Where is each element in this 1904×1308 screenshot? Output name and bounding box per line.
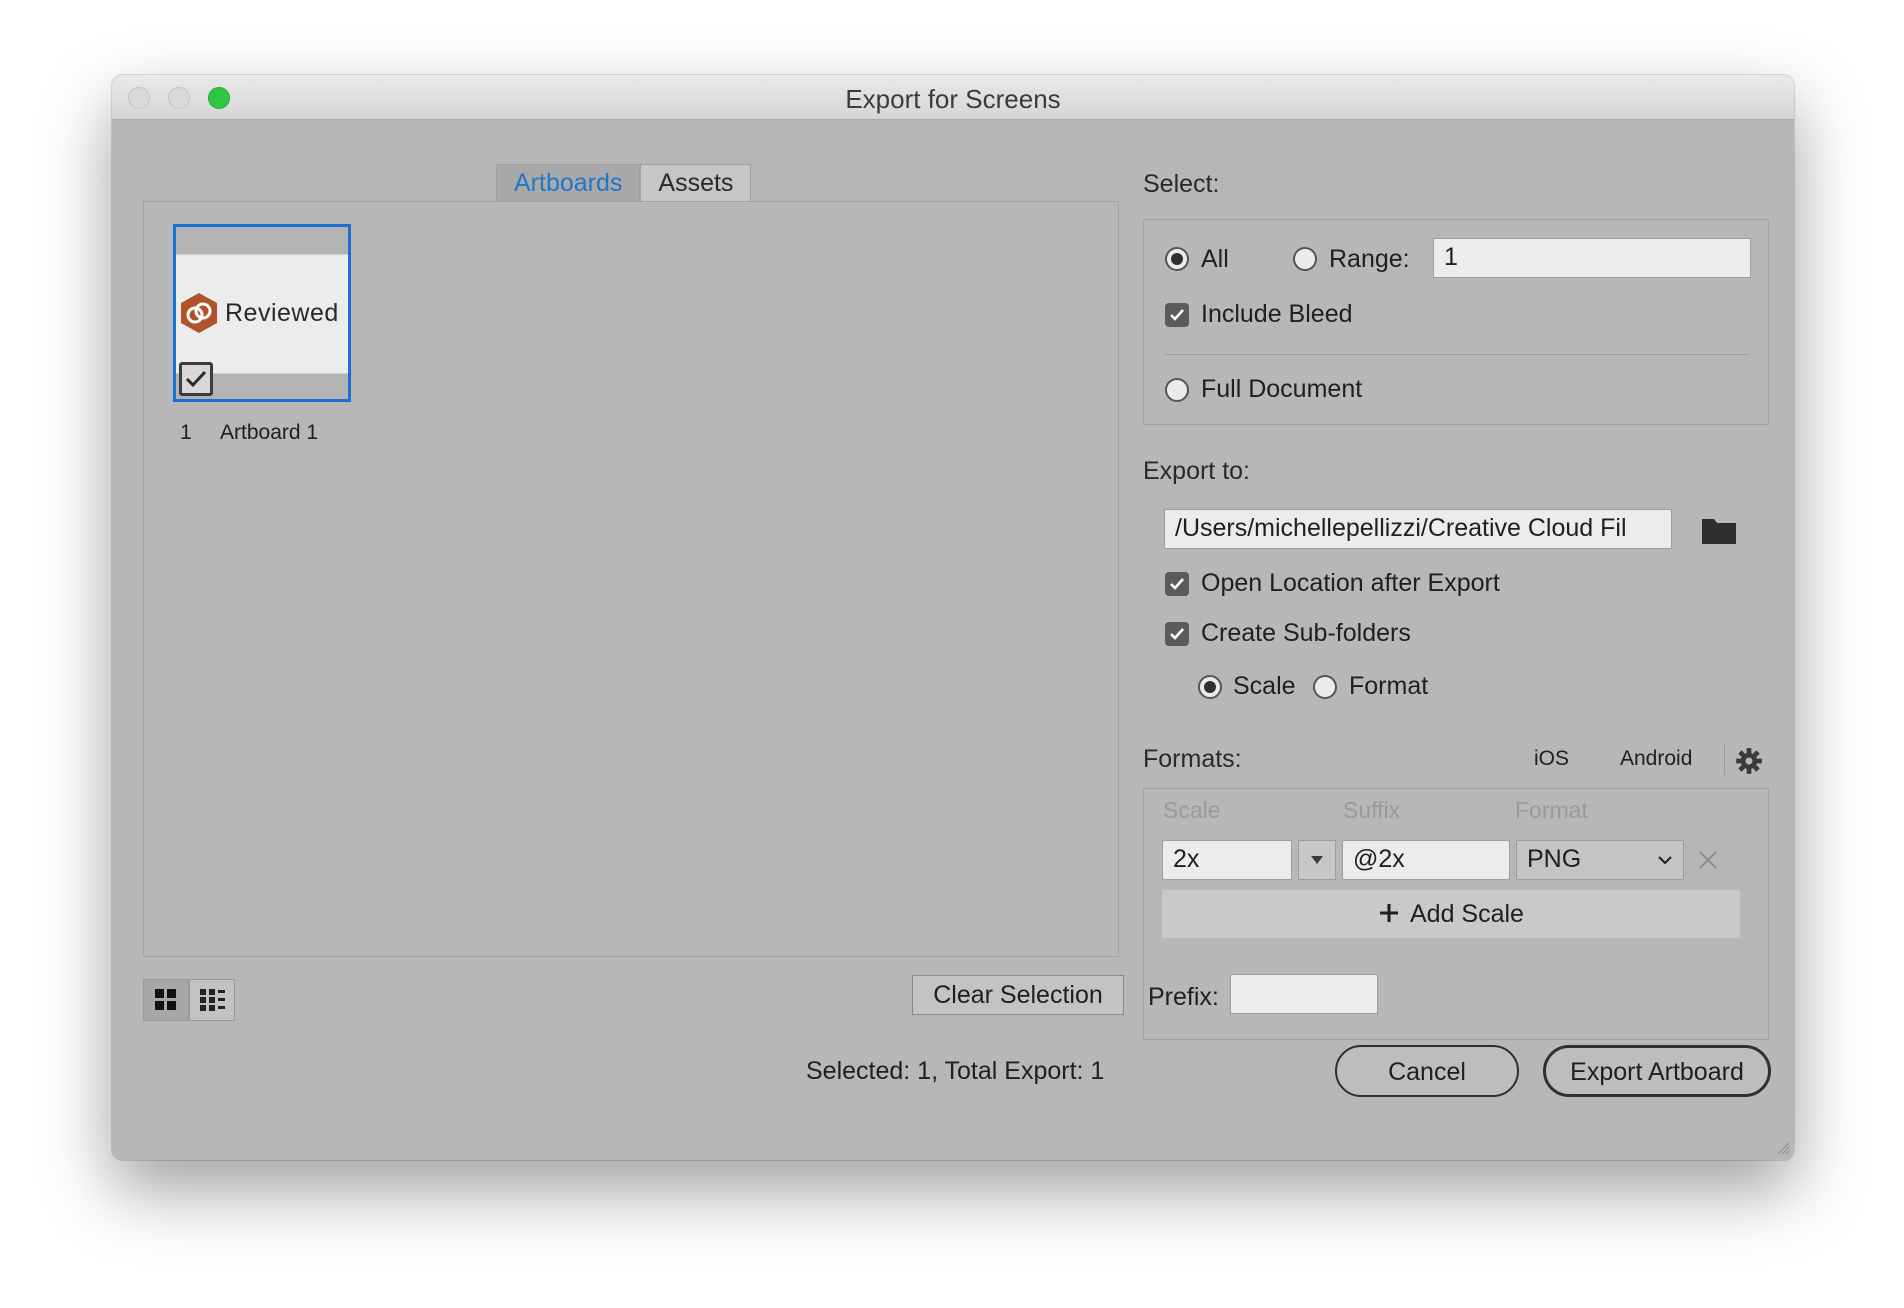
- subfolder-scale-radio[interactable]: [1198, 675, 1222, 699]
- android-preset-button[interactable]: Android: [1620, 747, 1692, 771]
- suffix-input[interactable]: @2x: [1342, 840, 1510, 880]
- cancel-button[interactable]: Cancel: [1335, 1045, 1519, 1097]
- tab-assets[interactable]: Assets: [640, 164, 752, 202]
- checkmark-icon: [185, 370, 207, 388]
- checkmark-icon: [1170, 309, 1184, 321]
- open-location-label: Open Location after Export: [1201, 569, 1500, 597]
- small-thumbnail-view-button[interactable]: [189, 979, 235, 1021]
- title-bar: Export for Screens: [112, 75, 1794, 120]
- folder-icon[interactable]: [1701, 515, 1737, 545]
- all-radio[interactable]: [1165, 247, 1189, 271]
- artboard-name[interactable]: Artboard 1: [220, 421, 318, 445]
- clear-selection-button[interactable]: Clear Selection: [912, 975, 1124, 1015]
- remove-row-icon[interactable]: [1697, 849, 1719, 871]
- format-select-value: PNG: [1527, 845, 1582, 873]
- subfolder-scale-label: Scale: [1233, 672, 1296, 700]
- create-subfolders-checkbox[interactable]: [1165, 622, 1189, 646]
- open-location-checkbox[interactable]: [1165, 572, 1189, 596]
- subfolder-format-label: Format: [1349, 672, 1429, 700]
- full-document-label: Full Document: [1201, 375, 1363, 403]
- export-dialog: Export for Screens Artboards Assets Revi…: [112, 75, 1794, 1160]
- triangle-down-icon: [1311, 856, 1323, 864]
- scale-input[interactable]: 2x: [1162, 840, 1292, 880]
- suffix-column-header: Suffix: [1343, 797, 1401, 823]
- artboard-number: 1: [180, 421, 192, 444]
- gear-icon[interactable]: [1735, 747, 1763, 775]
- create-subfolders-label: Create Sub-folders: [1201, 619, 1411, 647]
- export-artboard-button[interactable]: Export Artboard: [1543, 1045, 1771, 1097]
- ios-preset-button[interactable]: iOS: [1534, 747, 1569, 771]
- resize-grip-icon[interactable]: [1774, 1139, 1790, 1155]
- scale-column-header: Scale: [1163, 797, 1221, 823]
- artboard-checkbox[interactable]: [179, 362, 213, 396]
- range-radio[interactable]: [1293, 247, 1317, 271]
- select-divider: [1165, 354, 1750, 355]
- range-input[interactable]: 1: [1433, 238, 1751, 278]
- format-column-header: Format: [1515, 797, 1588, 823]
- select-heading: Select:: [1143, 170, 1220, 198]
- add-scale-label: Add Scale: [1410, 900, 1524, 928]
- view-tabs: Artboards Assets: [496, 164, 752, 204]
- grid-small-icon: [200, 989, 225, 1011]
- formats-divider: [1724, 743, 1725, 775]
- add-scale-button[interactable]: Add Scale: [1162, 890, 1740, 938]
- thumbnail-text: Reviewed: [225, 299, 339, 327]
- export-to-heading: Export to:: [1143, 457, 1250, 485]
- subfolder-format-radio[interactable]: [1313, 675, 1337, 699]
- prefix-input[interactable]: [1230, 974, 1378, 1014]
- all-label: All: [1201, 245, 1229, 273]
- large-thumbnail-view-button[interactable]: [143, 979, 189, 1021]
- grid-large-icon: [155, 989, 176, 1010]
- artboard-thumbnail[interactable]: Reviewed: [173, 224, 351, 402]
- export-path-input[interactable]: /Users/michellepellizzi/Creative Cloud F…: [1164, 509, 1672, 549]
- window-title: Export for Screens: [845, 84, 1061, 114]
- checkmark-icon: [1170, 628, 1184, 640]
- chevron-down-icon: [1658, 856, 1672, 865]
- include-bleed-label: Include Bleed: [1201, 300, 1353, 328]
- scale-dropdown-button[interactable]: [1298, 840, 1336, 880]
- format-select[interactable]: PNG: [1516, 840, 1684, 880]
- thumbnail-preview: Reviewed: [176, 254, 348, 374]
- prefix-label: Prefix:: [1148, 983, 1219, 1011]
- formats-heading: Formats:: [1143, 745, 1242, 773]
- artboard-grid-panel: Reviewed 1 Artboard 1: [143, 201, 1119, 957]
- include-bleed-checkbox[interactable]: [1165, 303, 1189, 327]
- reviewed-logo-icon: [181, 293, 217, 333]
- tab-artboards[interactable]: Artboards: [496, 164, 641, 202]
- plus-icon: [1380, 904, 1398, 922]
- export-status-text: Selected: 1, Total Export: 1: [806, 1057, 1105, 1085]
- checkmark-icon: [1170, 578, 1184, 590]
- full-document-radio[interactable]: [1165, 378, 1189, 402]
- range-label: Range:: [1329, 245, 1410, 273]
